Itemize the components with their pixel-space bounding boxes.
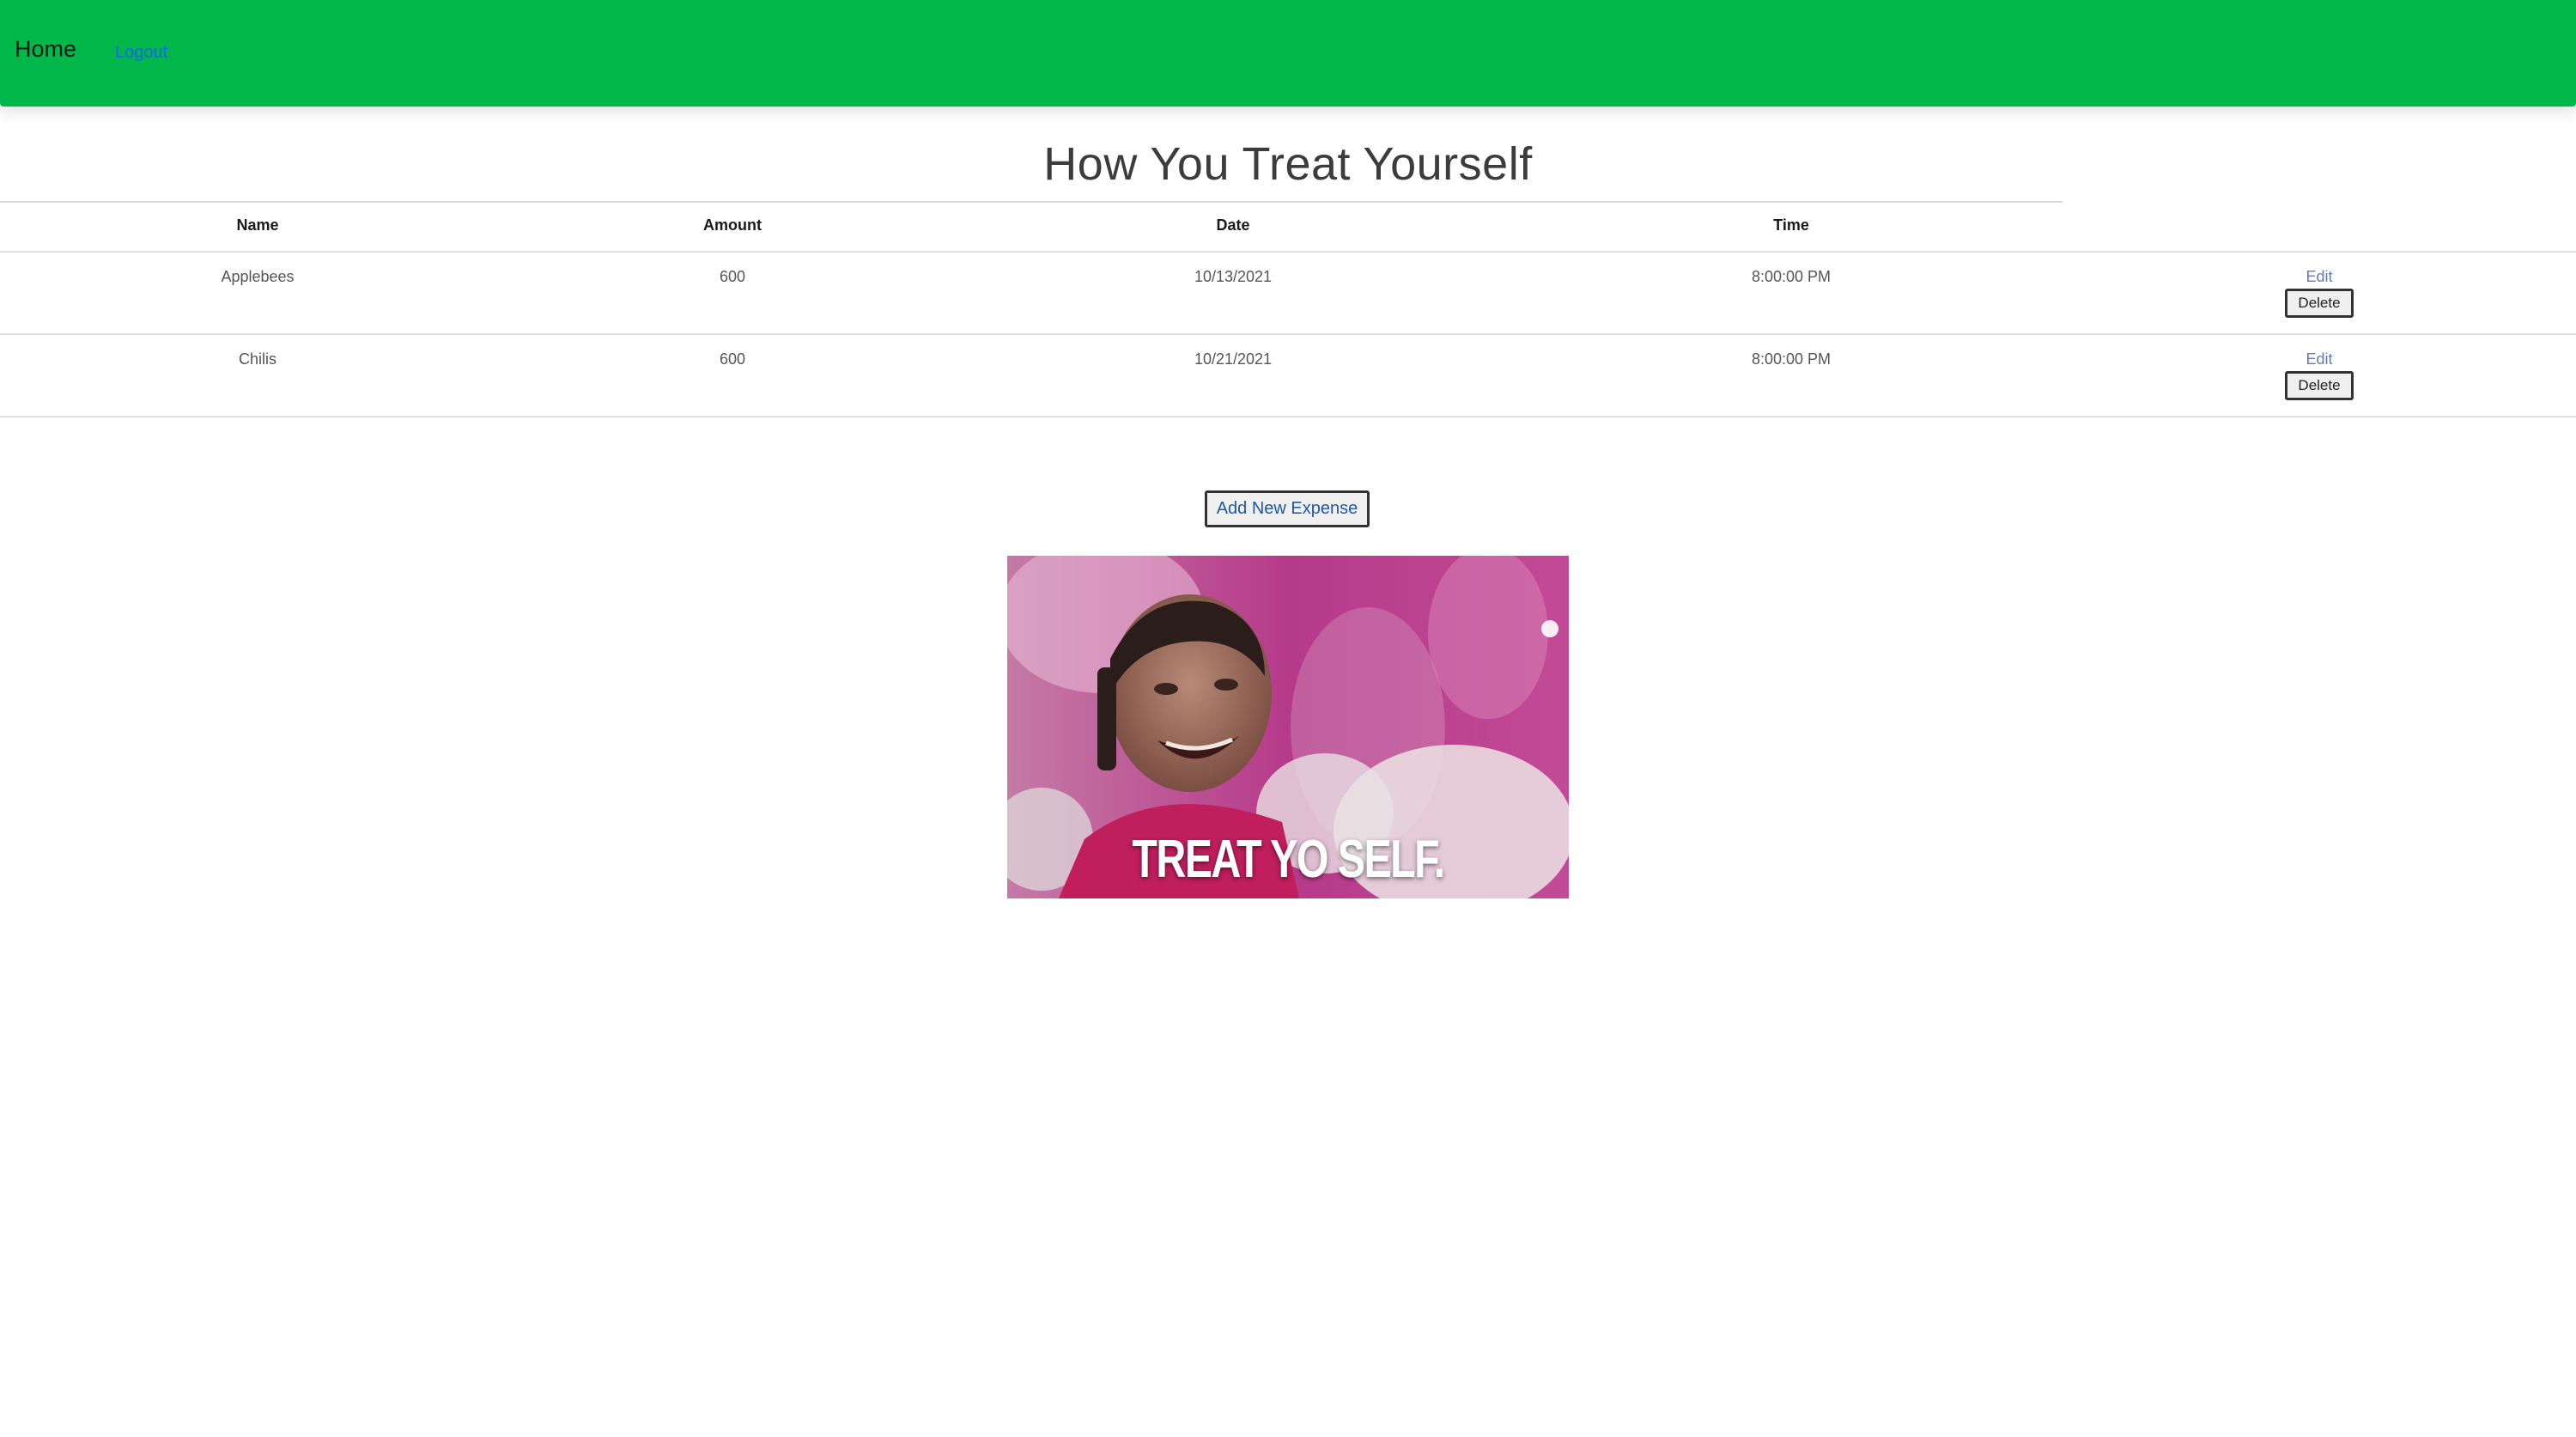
edit-link[interactable]: Edit <box>2233 350 2405 368</box>
page-title: How You Treat Yourself <box>1043 138 1533 190</box>
cell-date: 10/13/2021 <box>1194 268 1273 285</box>
table-header-divider <box>0 201 2063 203</box>
add-new-expense-button[interactable]: Add New Expense <box>1205 490 1370 527</box>
nav-logout-link[interactable]: Logout <box>115 43 167 63</box>
edit-link[interactable]: Edit <box>2233 268 2405 286</box>
table-divider <box>0 251 2576 253</box>
cell-name: Applebees <box>221 268 295 285</box>
navbar: Home Logout <box>0 0 2576 107</box>
cell-time: 8:00:00 PM <box>1751 350 1832 368</box>
cell-time: 8:00:00 PM <box>1751 268 1832 285</box>
gif-caption: TREAT YO SELF. <box>1132 830 1445 889</box>
column-header-amount: Amount <box>703 216 762 234</box>
cell-date: 10/21/2021 <box>1194 350 1273 368</box>
column-header-date: Date <box>1216 216 1250 234</box>
treat-yourself-gif: TREAT YO SELF. <box>1007 556 1569 898</box>
column-header-name: Name <box>236 216 279 234</box>
table-divider <box>0 416 2576 417</box>
cell-name: Chilis <box>238 350 276 368</box>
column-header-time: Time <box>1773 216 1809 234</box>
table-divider <box>0 333 2576 335</box>
nav-home-link[interactable]: Home <box>15 36 76 63</box>
cell-amount: 600 <box>719 268 746 285</box>
delete-button[interactable]: Delete <box>2285 371 2354 400</box>
cell-amount: 600 <box>719 350 746 368</box>
delete-button[interactable]: Delete <box>2285 289 2354 318</box>
